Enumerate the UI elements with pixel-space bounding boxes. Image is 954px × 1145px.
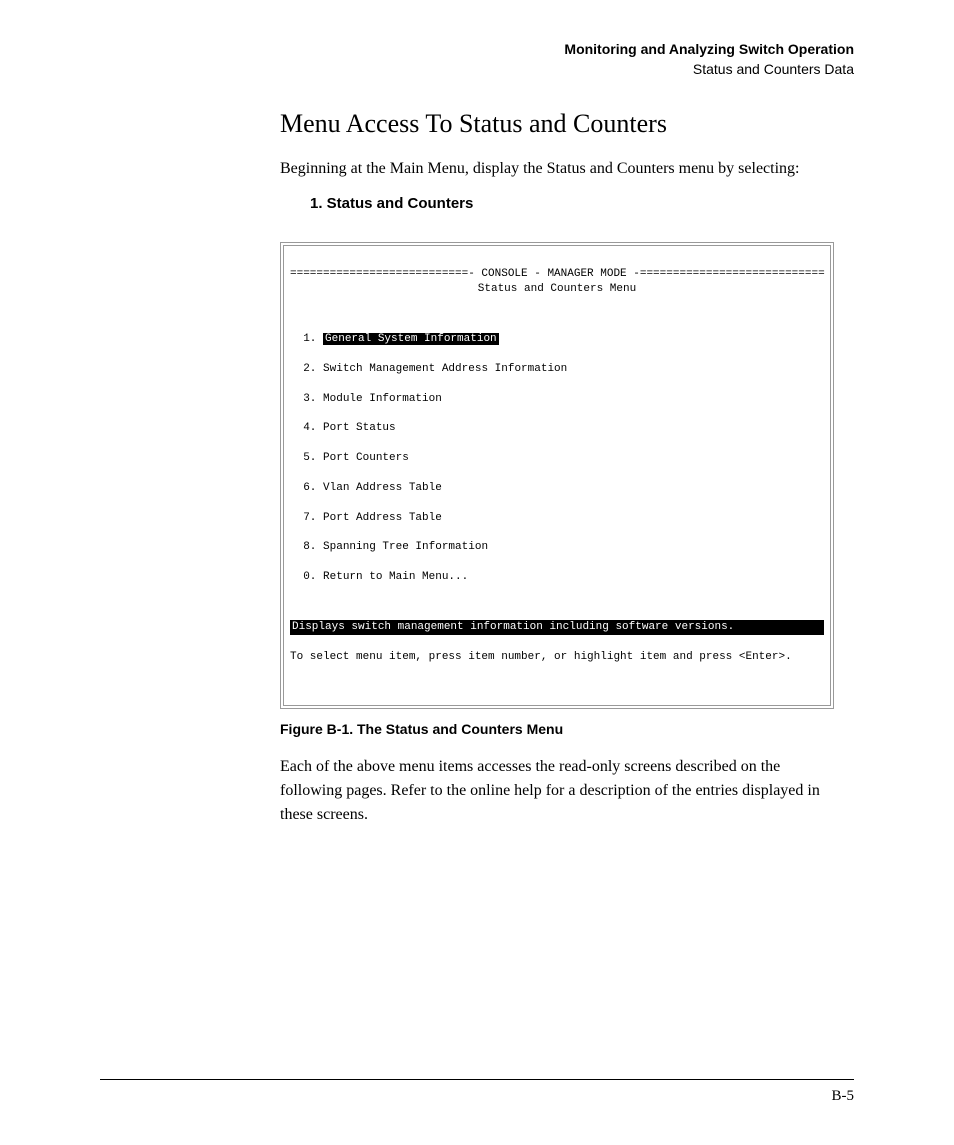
menu-item-4: 4. Port Status	[290, 421, 824, 436]
menu-item-7: 7. Port Address Table	[290, 511, 824, 526]
figure-frame: ===========================- CONSOLE - M…	[280, 242, 834, 708]
header-section: Status and Counters Data	[100, 60, 854, 80]
menu-item-2: 2. Switch Management Address Information	[290, 362, 824, 377]
menu-item-3: 3. Module Information	[290, 392, 824, 407]
console-help-line: To select menu item, press item number, …	[290, 650, 824, 665]
page-number: B-5	[832, 1088, 855, 1104]
section-title: Menu Access To Status and Counters	[280, 109, 834, 139]
step-text: 1. Status and Counters	[310, 195, 834, 212]
menu-item-8: 8. Spanning Tree Information	[290, 540, 824, 555]
intro-text: Beginning at the Main Menu, display the …	[280, 157, 834, 181]
page-footer: B-5	[100, 1079, 854, 1105]
console-mode-header: ===========================- CONSOLE - M…	[290, 268, 825, 280]
page-header: Monitoring and Analyzing Switch Operatio…	[100, 40, 854, 79]
page: Monitoring and Analyzing Switch Operatio…	[0, 0, 954, 1145]
console-menu-title: Status and Counters Menu	[290, 282, 824, 297]
console-menu-items: 1. General System Information 2. Switch …	[290, 318, 824, 600]
menu-item-1: 1. General System Information	[290, 332, 824, 347]
body-text: Each of the above menu items accesses th…	[280, 755, 834, 827]
menu-item-5: 5. Port Counters	[290, 451, 824, 466]
console-screenshot: ===========================- CONSOLE - M…	[290, 252, 824, 694]
menu-item-6: 6. Vlan Address Table	[290, 481, 824, 496]
content-area: Menu Access To Status and Counters Begin…	[280, 109, 834, 826]
menu-item-selected: General System Information	[323, 333, 499, 345]
figure-caption: Figure B-1. The Status and Counters Menu	[280, 721, 834, 737]
menu-item-0: 0. Return to Main Menu...	[290, 570, 824, 585]
header-chapter: Monitoring and Analyzing Switch Operatio…	[100, 40, 854, 60]
console-status-line: Displays switch management information i…	[290, 620, 824, 635]
